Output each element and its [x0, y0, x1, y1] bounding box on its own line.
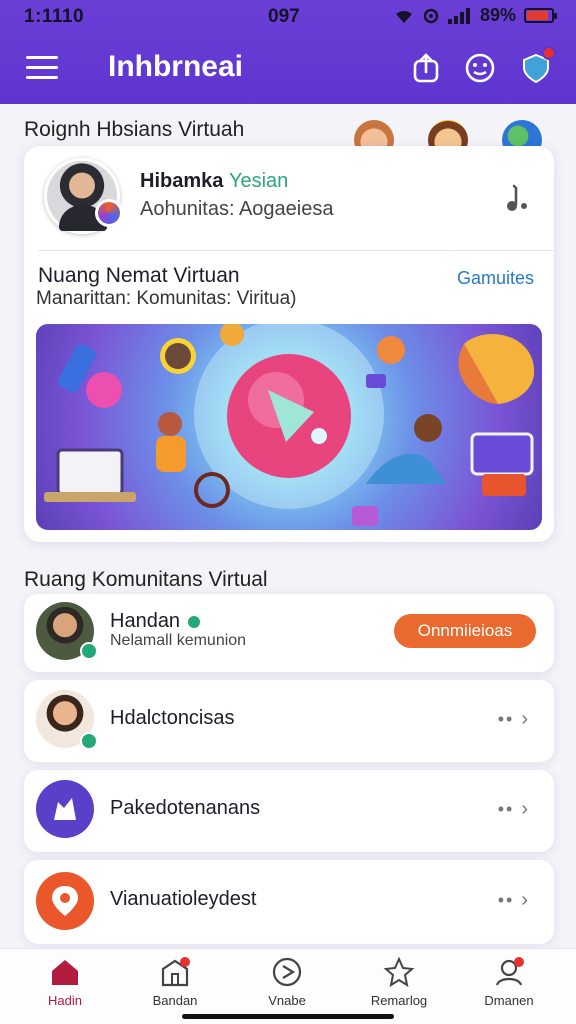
- status-center-text: 097: [268, 6, 300, 27]
- nav-label: Dmanen: [484, 993, 534, 1008]
- notification-shield-icon[interactable]: [520, 46, 556, 84]
- nav-home[interactable]: Hadin: [20, 957, 110, 1008]
- app-header: 1:1110 097 89% Inhbrneai: [0, 0, 576, 104]
- list-item-title: Pakedotenanans: [110, 797, 261, 819]
- more-options-icon[interactable]: •• ›: [498, 798, 530, 821]
- list-item[interactable]: Handan Nelamall kemunion Onnmiieioas: [24, 594, 554, 672]
- list-item[interactable]: Pakedotenanans •• ›: [24, 770, 554, 852]
- virtual-room-banner[interactable]: [36, 324, 542, 530]
- nav-profile[interactable]: Dmanen: [464, 957, 554, 1008]
- nav-building[interactable]: Bandan: [130, 957, 220, 1008]
- community-section-title: Ruang Komunitans Virtual: [24, 568, 268, 591]
- more-options-icon[interactable]: •• ›: [498, 708, 530, 731]
- featured-card: Hibamka Yesian Aohunitas: Aogaeiesa Nuan…: [24, 146, 554, 542]
- profile-name-highlight: Yesian: [228, 170, 289, 192]
- list-item-title: Hdalctoncisas: [110, 707, 235, 729]
- smile-icon[interactable]: [464, 52, 496, 84]
- building-icon: [161, 957, 190, 987]
- room-title: Nuang Nemat Virtuan: [38, 264, 240, 287]
- play-circle-icon: [272, 957, 302, 987]
- battery-icon: [524, 8, 557, 23]
- verified-check-icon: [185, 613, 202, 630]
- verified-badge-icon: [80, 732, 98, 750]
- divider: [38, 250, 554, 251]
- signal-icon: [447, 7, 470, 24]
- featured-section-title: Roignh Hbsians Virtuah: [24, 118, 245, 141]
- status-right: 89%: [394, 5, 557, 26]
- nav-play[interactable]: Vnabe: [242, 957, 332, 1008]
- notification-badge: [542, 46, 556, 60]
- list-item-title: Handan: [110, 610, 202, 633]
- nav-label: Remarlog: [370, 993, 428, 1008]
- nav-remarlog[interactable]: Remarlog: [354, 957, 444, 1008]
- star-badge-icon: [383, 957, 415, 987]
- app-title: Inhbrneai: [108, 50, 244, 83]
- home-indicator[interactable]: [182, 1014, 394, 1019]
- wifi-icon: [395, 10, 412, 23]
- nav-label: Hadin: [48, 993, 82, 1008]
- avatar: [36, 780, 94, 838]
- room-subtitle: Manarittan: Komunitas: Viritua): [36, 288, 297, 309]
- profile-icon: [495, 957, 524, 986]
- chevron-right-icon: ›: [521, 708, 530, 730]
- status-time: 1:1110: [24, 6, 85, 27]
- chevron-right-icon: ›: [521, 798, 530, 820]
- room-link[interactable]: Gamuites: [457, 268, 534, 289]
- story-ring-icon: [95, 199, 123, 227]
- banner-illustration: [44, 324, 535, 526]
- verified-badge-icon: [80, 642, 98, 660]
- list-item[interactable]: Hdalctoncisas •• ›: [24, 680, 554, 762]
- menu-icon[interactable]: [26, 56, 58, 82]
- profile-subtitle: Aohunitas: Aogaeiesa: [140, 198, 334, 220]
- avatar: [36, 872, 94, 930]
- cat-icon: [54, 798, 76, 820]
- music-note-icon[interactable]: [504, 182, 532, 214]
- nav-label: Bandan: [152, 993, 198, 1008]
- profile-avatar[interactable]: [44, 158, 123, 234]
- home-icon: [52, 960, 78, 985]
- share-icon[interactable]: [410, 52, 442, 84]
- join-button[interactable]: Onnmiieioas: [394, 614, 536, 648]
- list-item[interactable]: Vianuatioleydest •• ›: [24, 860, 554, 944]
- profile-name[interactable]: Hibamka Yesian: [140, 170, 288, 193]
- chevron-right-icon: ›: [521, 889, 530, 911]
- nav-label: Vnabe: [268, 993, 306, 1008]
- more-options-icon[interactable]: •• ›: [498, 889, 530, 912]
- battery-fill: [527, 11, 548, 20]
- battery-percent: 89%: [479, 5, 516, 25]
- status-bar: 1:1110 097 89%: [0, 0, 576, 34]
- location-pin-icon: [52, 886, 78, 916]
- bottom-navigation: Hadin Bandan Vnabe Remarlog Dmanen: [0, 948, 576, 1024]
- list-item-title: Vianuatioleydest: [110, 888, 257, 910]
- list-item-subtitle: Nelamall kemunion: [110, 632, 247, 649]
- sync-icon: [423, 8, 439, 23]
